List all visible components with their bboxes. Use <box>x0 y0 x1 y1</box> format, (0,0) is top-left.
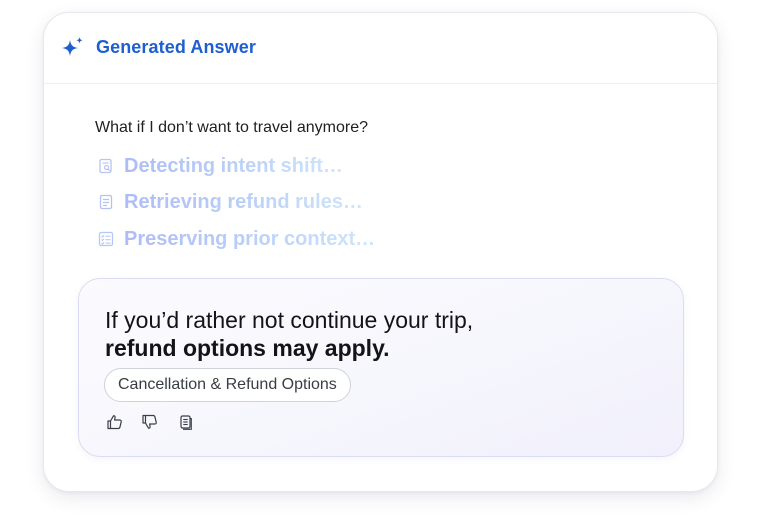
user-question: What if I don’t want to travel anymore? <box>95 119 369 136</box>
document-search-icon <box>99 158 112 174</box>
step-label: Detecting intent shift… <box>124 154 343 177</box>
card-header: Generated Answer <box>44 13 717 84</box>
header-title: Generated Answer <box>96 37 256 57</box>
answer-emphasis: refund options may apply. <box>105 335 390 361</box>
thumbs-up-icon[interactable] <box>106 413 124 431</box>
step-preserving-context: Preserving prior context… <box>98 227 375 251</box>
step-label: Retrieving refund rules… <box>124 190 363 213</box>
answer-text: If you’d rather not continue your trip, <box>105 307 474 333</box>
checklist-icon <box>98 231 114 247</box>
step-label: Preserving prior context… <box>124 227 376 250</box>
document-icon <box>99 194 113 210</box>
generated-answer-card: Generated Answer What if I don’t want to… <box>43 12 718 492</box>
cancellation-refund-chip[interactable]: Cancellation & Refund Options <box>104 368 351 402</box>
sparkle-icon <box>62 37 83 56</box>
step-detecting-intent: Detecting intent shift… <box>98 154 343 178</box>
step-retrieving-rules: Retrieving refund rules… <box>98 190 363 214</box>
answer-box: If you’d rather not continue your trip, … <box>78 278 684 457</box>
thumbs-down-icon[interactable] <box>141 413 159 431</box>
copy-icon[interactable] <box>177 413 195 431</box>
